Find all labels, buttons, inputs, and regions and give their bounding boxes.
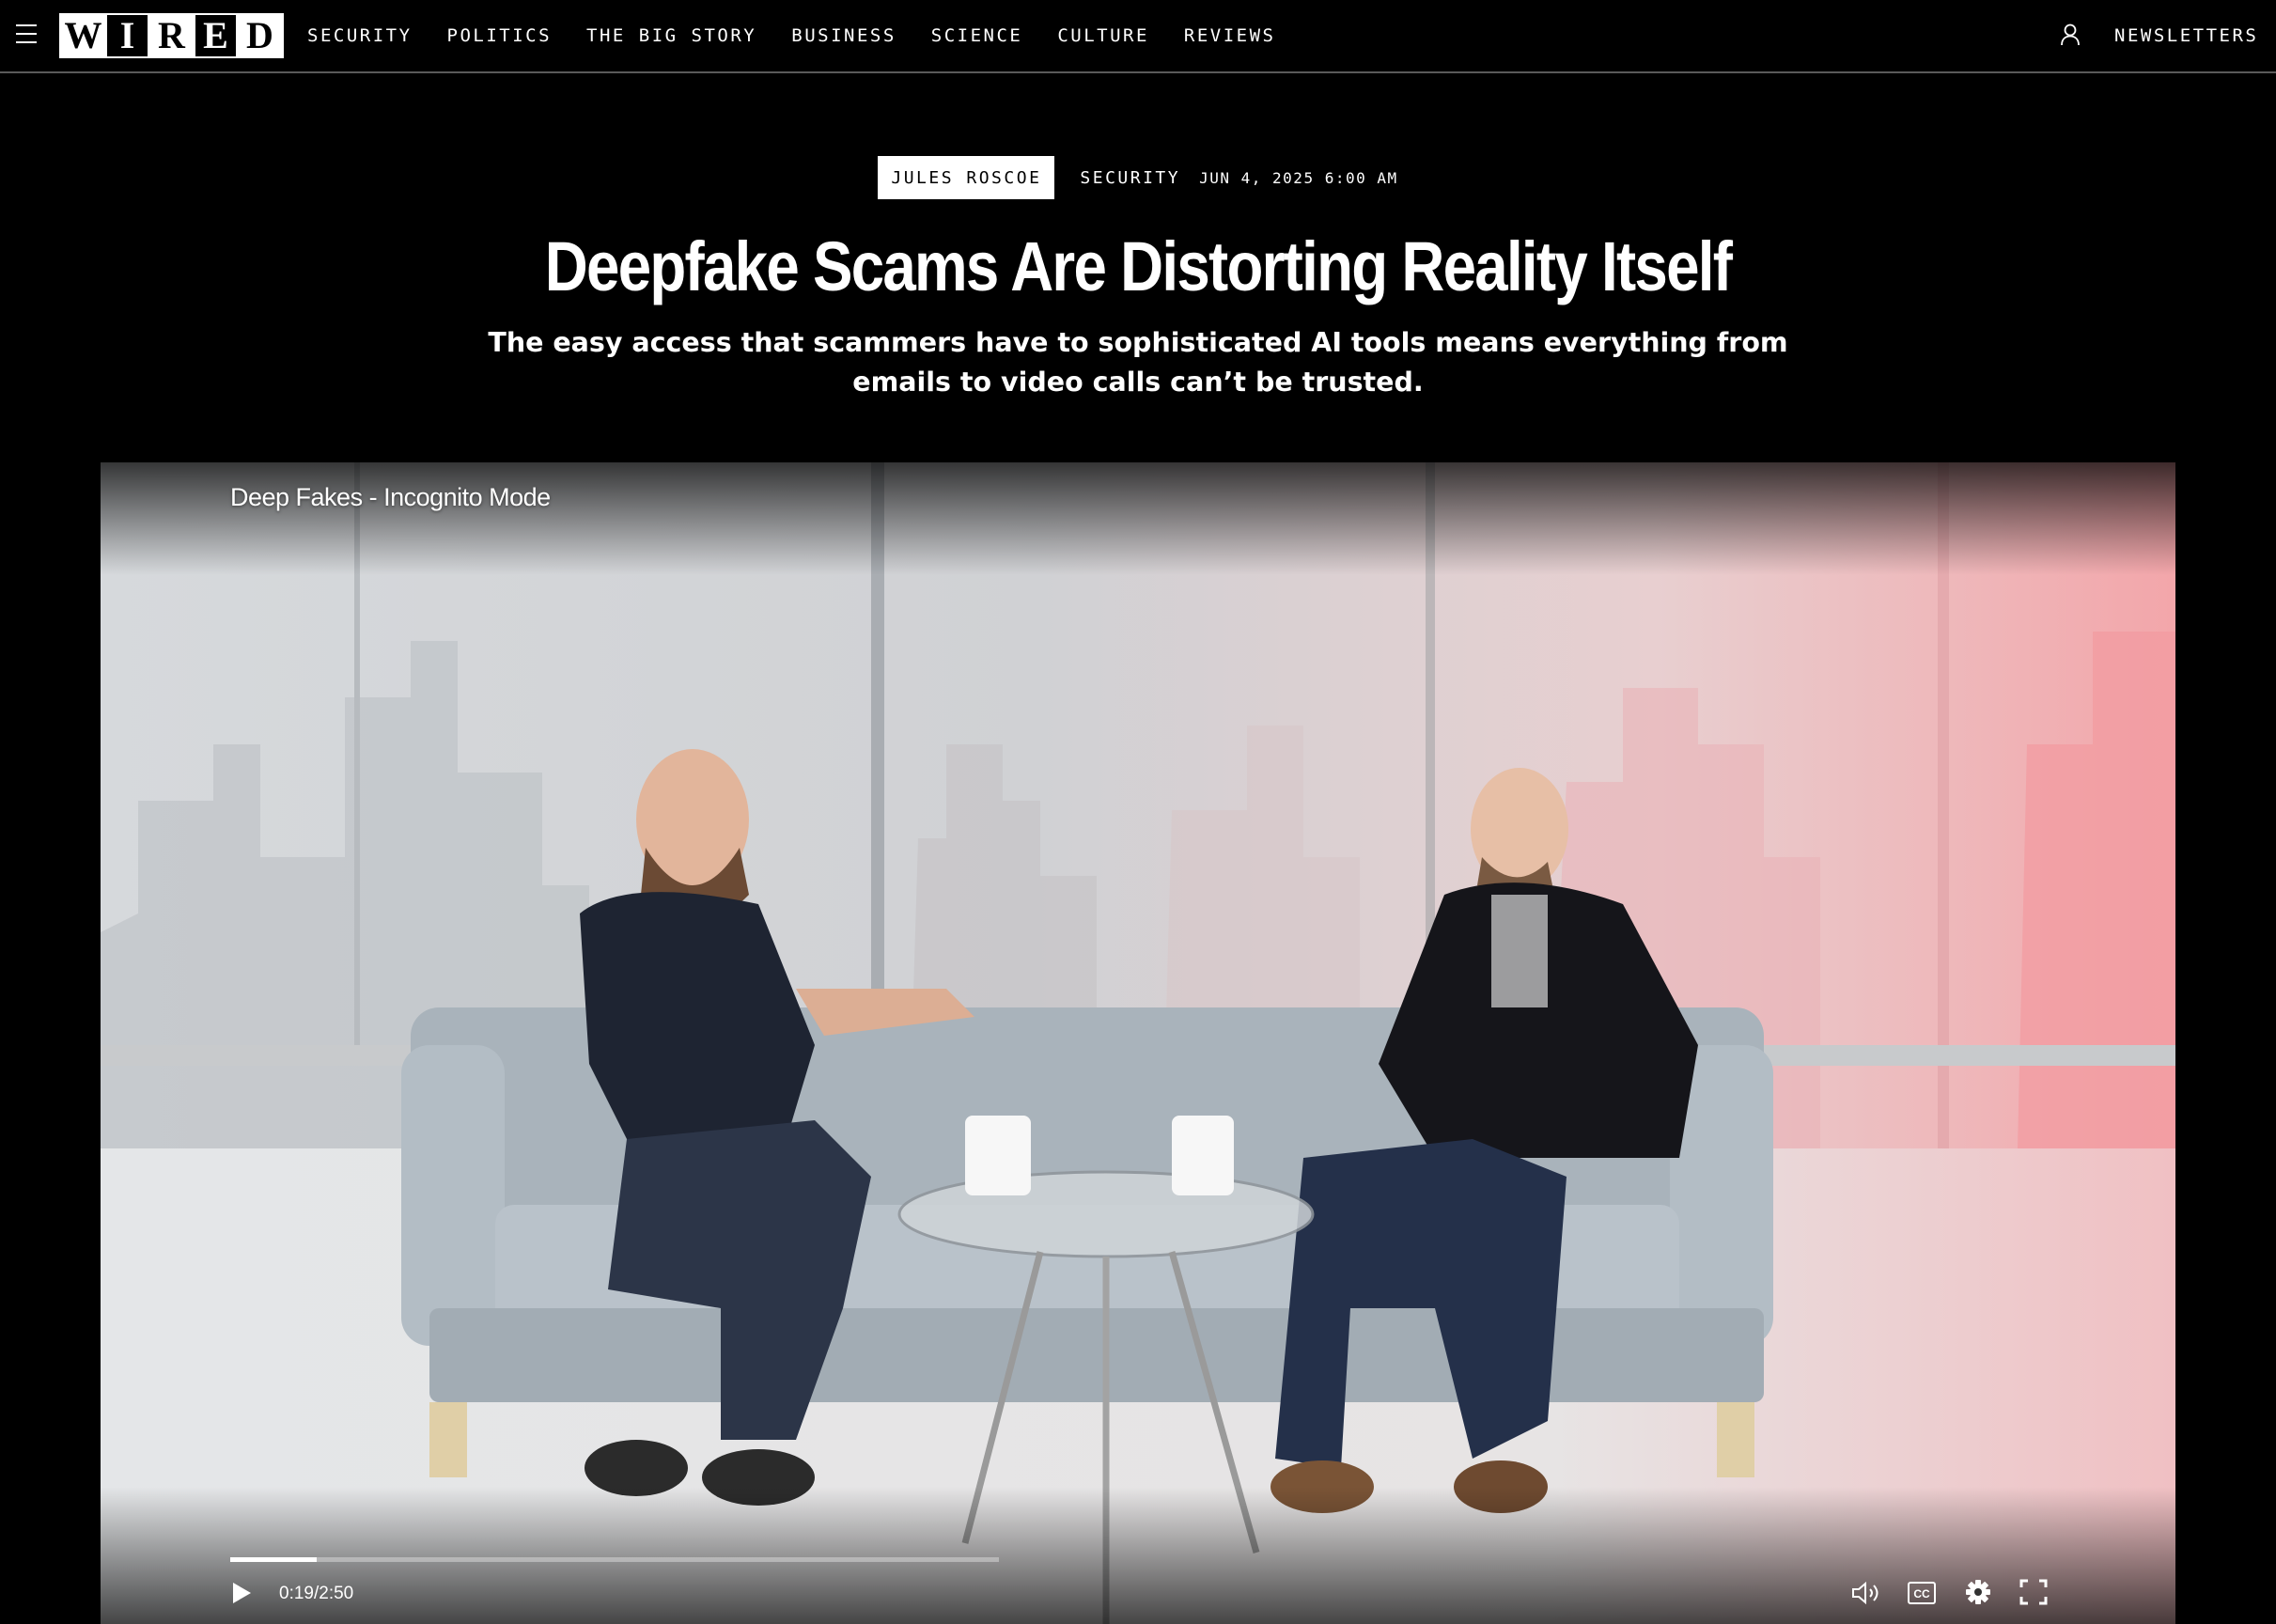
nav-link-business[interactable]: BUSINESS xyxy=(791,25,896,46)
hamburger-menu-icon[interactable] xyxy=(16,24,37,43)
logo-letter: W xyxy=(61,15,105,56)
author-byline[interactable]: JULES ROSCOE xyxy=(878,156,1055,199)
logo-letter: R xyxy=(149,15,194,56)
logo-letter: E xyxy=(194,15,238,56)
video-player[interactable]: Deep Fakes - Incognito Mode 0:19/2:50 CC xyxy=(101,462,2175,1624)
publish-date: JUN 4, 2025 6:00 AM xyxy=(1199,168,1398,187)
video-time: 0:19/2:50 xyxy=(279,1584,354,1603)
closed-captions-icon[interactable]: CC xyxy=(1908,1582,1936,1604)
nav-link-culture[interactable]: CULTURE xyxy=(1057,25,1149,46)
logo-letter: I xyxy=(105,15,149,56)
top-navigation: W I R E D SECURITY POLITICS THE BIG STOR… xyxy=(0,0,2276,73)
nav-link-science[interactable]: SCIENCE xyxy=(931,25,1023,46)
wired-logo[interactable]: W I R E D xyxy=(59,13,284,58)
article-meta: JULES ROSCOE SECURITY JUN 4, 2025 6:00 A… xyxy=(0,156,2276,199)
video-title: Deep Fakes - Incognito Mode xyxy=(230,483,551,511)
fullscreen-icon[interactable] xyxy=(2019,1579,2048,1605)
nav-link-politics[interactable]: POLITICS xyxy=(447,25,553,46)
logo-letter: D xyxy=(238,15,282,56)
svg-text:CC: CC xyxy=(1913,1587,1930,1601)
section-rubric[interactable]: SECURITY xyxy=(1080,168,1180,188)
video-frame xyxy=(101,462,2175,1624)
nav-link-the-big-story[interactable]: THE BIG STORY xyxy=(586,25,756,46)
nav-link-security[interactable]: SECURITY xyxy=(307,25,413,46)
play-icon[interactable] xyxy=(230,1581,253,1605)
settings-gear-icon[interactable] xyxy=(1965,1579,1991,1605)
article-headline: Deepfake Scams Are Distorting Reality It… xyxy=(544,227,1733,305)
video-progress-fill xyxy=(230,1557,317,1562)
nav-link-reviews[interactable]: REVIEWS xyxy=(1184,25,1276,46)
newsletters-link[interactable]: NEWSLETTERS xyxy=(2114,0,2258,71)
video-progress-bar[interactable] xyxy=(230,1557,999,1562)
volume-icon[interactable] xyxy=(1851,1581,1883,1605)
user-icon[interactable] xyxy=(2059,23,2081,47)
article-dek: The easy access that scammers have to so… xyxy=(488,327,1788,398)
nav-links: SECURITY POLITICS THE BIG STORY BUSINESS… xyxy=(307,0,1311,71)
